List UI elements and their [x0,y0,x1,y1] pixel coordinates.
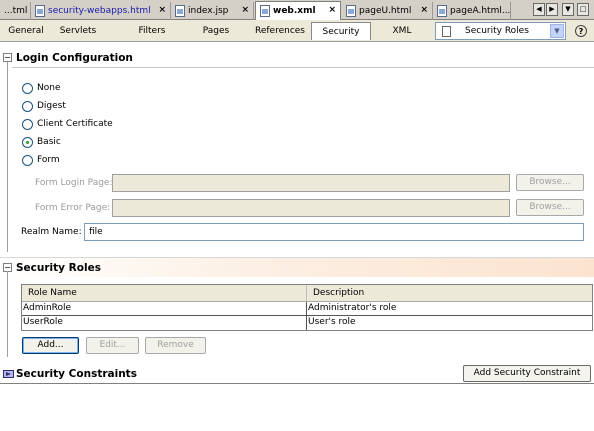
editor-tab-label: security-webapps.html [48,6,151,16]
html-file-icon [35,5,45,17]
help-icon[interactable]: ? [575,25,587,37]
column-header-description[interactable]: Description [307,285,592,301]
tab-list-dropdown-icon[interactable]: ▼ [562,3,574,16]
tab-security[interactable]: Security [311,22,371,40]
security-roles-header: − Security Roles [0,257,594,277]
role-name-cell: AdminRole [22,302,307,315]
radio-label: Digest [37,101,66,111]
radio-basic[interactable]: Basic [22,135,61,149]
close-tab-icon[interactable]: × [420,5,428,15]
editor-tab-label: pageU.html [359,6,412,16]
editor-tab-index-jsp[interactable]: index.jsp × [171,2,254,20]
form-login-page-input[interactable] [112,174,510,192]
tree-connector [7,271,8,357]
maximize-icon[interactable]: □ [577,3,589,16]
tab-pages[interactable]: Pages [196,22,236,40]
html-file-icon [346,5,356,17]
close-tab-icon[interactable]: × [158,5,166,15]
combo-value: Security Roles [465,26,529,36]
scroll-left-icon[interactable]: ◀ [533,3,545,16]
form-error-page-input[interactable] [112,199,510,217]
tab-general[interactable]: General [6,22,46,40]
editor-tab-strip: ...tml security-webapps.html × index.jsp… [0,0,594,20]
section-navigator-combo[interactable]: Security Roles ▼ [435,22,566,40]
close-tab-icon[interactable]: × [241,5,249,15]
table-row[interactable]: AdminRole Administrator's role [22,302,592,316]
section-title: Security Constraints [16,368,137,380]
browse-error-button[interactable]: Browse... [516,199,584,216]
radio-button-selected[interactable] [22,136,33,148]
html-file-icon [437,5,447,17]
scroll-right-icon[interactable]: ▶ [546,3,558,16]
role-name-cell: UserRole [22,316,307,330]
constraints-content-pane [0,383,594,431]
xml-file-icon [260,5,270,17]
realm-name-input[interactable]: file [84,223,584,241]
collapse-icon[interactable]: − [3,53,12,62]
editor-tab-0[interactable]: ...tml [0,2,31,20]
editor-tab-label: index.jsp [188,6,229,16]
column-header-role-name[interactable]: Role Name [22,285,307,301]
radio-button[interactable] [22,118,33,130]
editor-tab-pageu[interactable]: pageU.html × [342,2,433,20]
editor-tab-label: web.xml [273,6,316,16]
radio-label: Client Certificate [37,119,113,129]
editor-tab-security-webapps[interactable]: security-webapps.html × [31,2,171,20]
description-cell: Administrator's role [308,303,397,313]
editor-tab-web-xml[interactable]: web.xml × [255,1,341,20]
close-tab-icon[interactable]: × [328,5,336,15]
jsp-file-icon [175,5,185,17]
editor-tab-label: ...tml [4,6,28,16]
radio-form[interactable]: Form [22,153,60,167]
radio-label: Basic [37,137,61,147]
tab-filters[interactable]: Filters [132,22,172,40]
radio-label: Form [37,155,60,165]
section-title: Security Roles [16,261,101,274]
tab-xml[interactable]: XML [384,22,420,40]
radio-none[interactable]: None [22,81,60,95]
form-error-page-label: Form Error Page: [35,203,111,213]
tab-references[interactable]: References [252,22,308,40]
view-toolbar: General Servlets Filters Pages Reference… [0,20,594,42]
radio-client-certificate[interactable]: Client Certificate [22,117,113,131]
tree-connector [7,62,8,252]
add-role-button[interactable]: Add... [22,337,79,354]
login-configuration-header: − Login Configuration [0,48,594,68]
table-header: Role Name Description [22,285,592,302]
section-title: Login Configuration [16,52,133,64]
security-roles-table: Role Name Description AdminRole Administ… [21,284,593,331]
description-cell: User's role [308,317,356,327]
editor-tab-label: pageA.html... [450,6,511,16]
browse-login-button[interactable]: Browse... [516,174,584,191]
radio-digest[interactable]: Digest [22,99,66,113]
radio-button[interactable] [22,154,33,166]
remove-role-button[interactable]: Remove [145,337,206,354]
security-constraints-header: Security Constraints Add Security Constr… [0,364,594,384]
realm-name-label: Realm Name: [21,227,82,237]
form-login-page-label: Form Login Page: [35,178,113,188]
add-security-constraint-button[interactable]: Add Security Constraint [463,365,591,382]
table-row[interactable]: UserRole User's role [22,316,592,330]
radio-label: None [37,83,61,93]
tab-servlets[interactable]: Servlets [56,22,100,40]
edit-role-button[interactable]: Edit... [86,337,139,354]
document-icon [442,25,451,37]
chevron-down-icon[interactable]: ▼ [550,24,564,38]
editor-tab-pagea[interactable]: pageA.html... [433,2,511,20]
radio-button[interactable] [22,100,33,112]
radio-button[interactable] [22,82,33,94]
expand-folder-icon[interactable] [3,370,14,378]
